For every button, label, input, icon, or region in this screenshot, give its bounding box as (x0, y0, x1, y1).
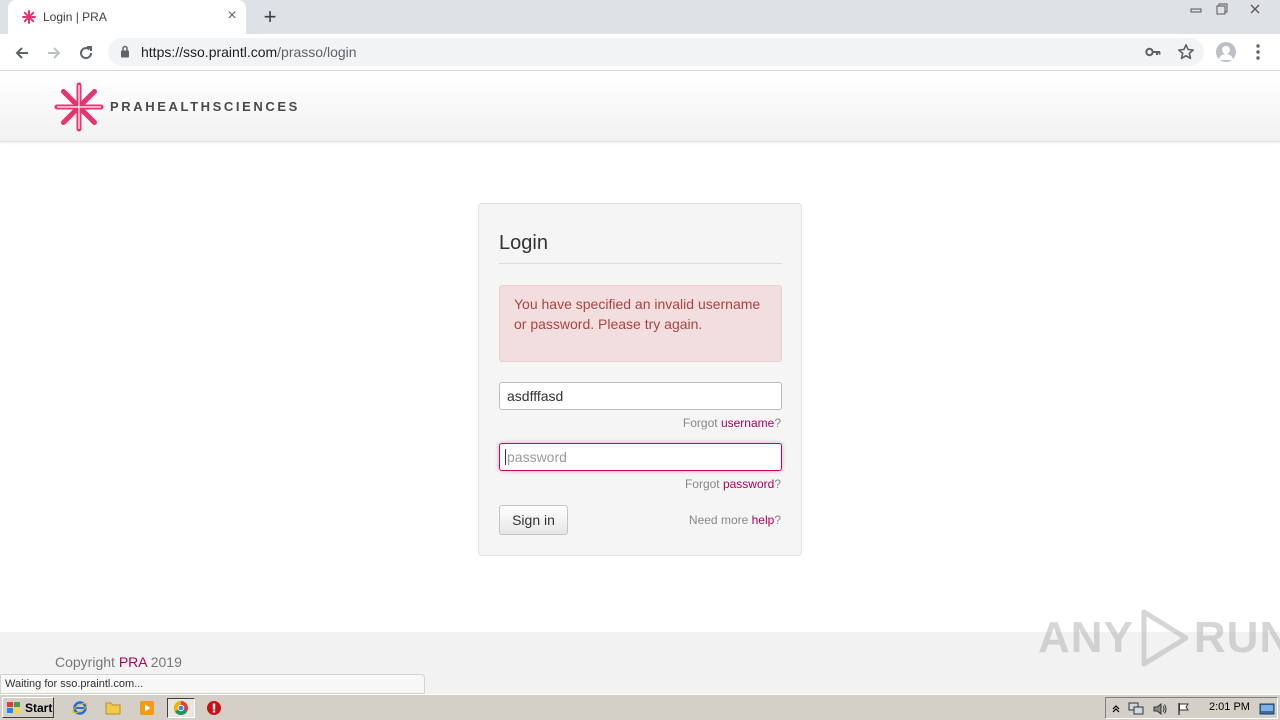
copyright-year: 2019 (146, 654, 182, 670)
arrow-left-icon (15, 47, 28, 59)
copyright-text: Copyright PRA 2019 (55, 654, 182, 670)
new-tab-button[interactable]: + (259, 6, 281, 28)
anyrun-watermark: ANY RUN (1038, 606, 1280, 670)
tray-expand-icon[interactable] (1108, 701, 1124, 717)
forgot-username-prefix: Forgot (682, 416, 721, 430)
tab-title: Login | PRA (43, 10, 107, 24)
taskbar-opera[interactable] (203, 698, 225, 718)
copyright-prefix: Copyright (55, 654, 119, 670)
text-caret (505, 449, 506, 465)
start-label: Start (25, 700, 53, 715)
title-divider (499, 263, 782, 264)
need-help-line: Need more help? (689, 513, 781, 527)
brand-logo-text[interactable]: PRAHEALTHSCIENCES (110, 99, 300, 114)
system-tray: 2:01 PM (1105, 697, 1278, 719)
need-help-suffix: ? (774, 513, 781, 527)
close-tab-icon[interactable]: × (224, 8, 240, 24)
profile-avatar-icon[interactable] (1216, 42, 1236, 62)
network-icon[interactable] (1128, 701, 1144, 717)
watermark-left-text: ANY (1038, 613, 1134, 662)
volume-icon[interactable] (1152, 701, 1168, 717)
reload-button[interactable] (73, 40, 99, 66)
action-center-flag-icon[interactable] (1176, 701, 1192, 717)
watermark-right-text: RUN (1193, 613, 1280, 662)
forgot-password-line: Forgot password? (685, 477, 781, 491)
url-path: /prasso/login (277, 44, 357, 60)
close-icon (1250, 4, 1260, 14)
site-header: PRAHEALTHSCIENCES (0, 72, 1280, 142)
taskbar-chrome[interactable] (167, 698, 195, 718)
pra-footer-link[interactable]: PRA (119, 654, 147, 670)
folder-icon (105, 702, 121, 715)
restore-icon (1216, 3, 1228, 15)
windows-taskbar: Start 2:01 PM (0, 694, 1280, 720)
browser-menu-icon[interactable] (1250, 42, 1266, 62)
play-icon (1141, 609, 1189, 667)
forgot-password-suffix: ? (774, 477, 781, 491)
browser-toolbar: https://sso.praintl.com/prasso/login (0, 34, 1280, 71)
need-help-prefix: Need more (688, 513, 752, 527)
arrow-right-icon (48, 47, 61, 59)
forgot-username-line: Forgot username? (683, 416, 781, 430)
bookmark-star-icon[interactable] (1177, 43, 1195, 61)
forgot-username-suffix: ? (774, 416, 781, 430)
media-player-icon (140, 701, 154, 715)
forgot-username-link[interactable]: username (721, 416, 774, 430)
forgot-password-prefix: Forgot (684, 477, 723, 491)
browser-status-bar: Waiting for sso.praintl.com... (0, 674, 425, 694)
address-bar[interactable]: https://sso.praintl.com/prasso/login (108, 38, 1204, 66)
reload-icon (80, 46, 93, 60)
chrome-icon (174, 701, 188, 715)
start-button[interactable]: Start (2, 697, 54, 718)
internet-explorer-icon (72, 701, 88, 715)
lock-icon (121, 45, 129, 58)
minimize-icon (1190, 8, 1202, 13)
url-text: https://sso.praintl.com/prasso/login (141, 44, 357, 60)
forgot-password-link[interactable]: password (723, 477, 774, 491)
back-button[interactable] (9, 40, 35, 66)
minimize-window-button[interactable] (1183, 0, 1209, 18)
pra-logo-mark-icon[interactable] (54, 82, 104, 132)
windows-logo-icon (7, 701, 20, 713)
url-host: https://sso.praintl.com (141, 44, 278, 60)
pra-favicon-icon (22, 10, 36, 24)
browser-tabstrip: Login | PRA × + (0, 0, 1280, 34)
taskbar-file-explorer[interactable] (102, 698, 124, 718)
close-window-button[interactable] (1240, 0, 1270, 18)
taskbar-internet-explorer[interactable] (69, 698, 91, 718)
login-title: Login (499, 232, 548, 254)
username-input[interactable] (499, 382, 782, 410)
show-desktop-icon[interactable] (1259, 701, 1275, 717)
password-input[interactable] (499, 443, 782, 471)
taskbar-clock[interactable]: 2:01 PM (1209, 701, 1250, 713)
error-alert: You have specified an invalid username o… (499, 285, 782, 362)
restore-window-button[interactable] (1209, 0, 1235, 18)
password-field-wrapper (499, 443, 782, 471)
browser-tab-active[interactable]: Login | PRA × (8, 0, 246, 34)
forward-button[interactable] (41, 40, 67, 66)
taskbar-media-player[interactable] (136, 698, 158, 718)
help-link[interactable]: help (752, 513, 775, 527)
login-panel: Login You have specified an invalid user… (478, 203, 802, 556)
opera-icon (207, 701, 221, 715)
key-icon[interactable] (1145, 45, 1161, 59)
sign-in-button[interactable]: Sign in (499, 505, 568, 535)
